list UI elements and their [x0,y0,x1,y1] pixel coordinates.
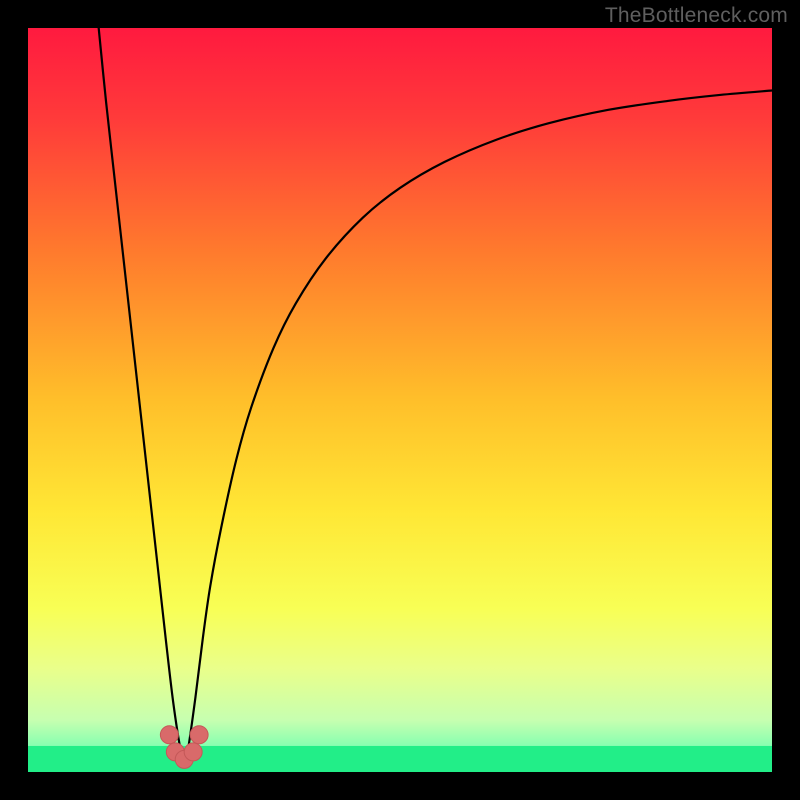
chart-green-band [28,746,772,772]
watermark-text: TheBottleneck.com [605,4,788,28]
curve-marker-dot [184,743,202,761]
curve-marker-dot [160,726,178,744]
curve-marker-dot [190,726,208,744]
chart-frame: TheBottleneck.com [0,0,800,800]
chart-plot-area [28,28,772,772]
chart-svg [28,28,772,772]
